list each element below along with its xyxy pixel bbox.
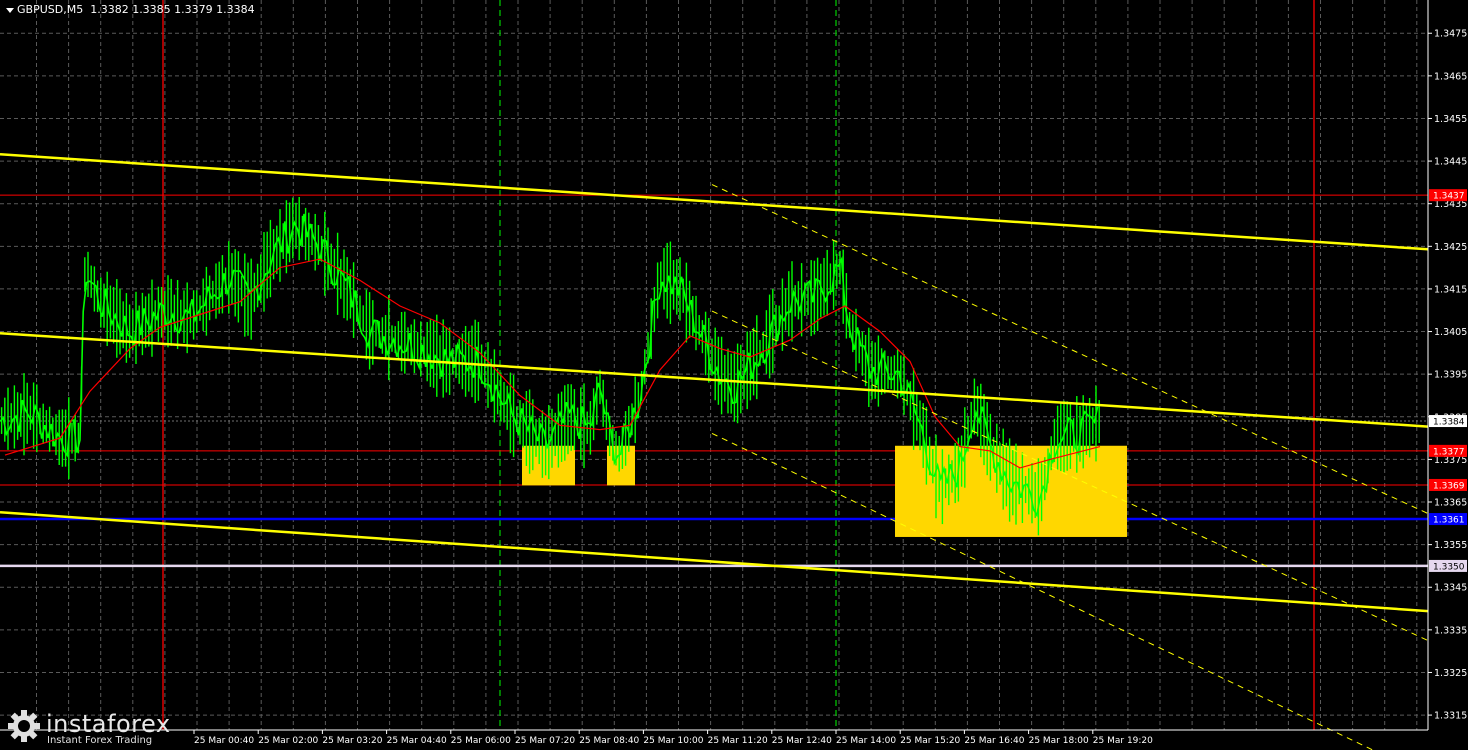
time-tick-label: 25 Mar 00:40 bbox=[194, 736, 254, 746]
time-tick-label: 25 Mar 06:00 bbox=[451, 736, 511, 746]
price-tick-label: 1.3335 bbox=[1434, 625, 1467, 636]
price-tick-label: 1.3445 bbox=[1434, 157, 1467, 168]
price-tick-label: 1.3315 bbox=[1434, 711, 1467, 722]
gear-icon bbox=[8, 710, 40, 742]
price-tick-label: 1.3475 bbox=[1434, 29, 1467, 40]
time-tick-label: 25 Mar 15:20 bbox=[900, 736, 960, 746]
time-tick-label: 25 Mar 11:20 bbox=[708, 736, 768, 746]
watermark-logo: instaforex Instant Forex Trading bbox=[0, 704, 180, 750]
level-price-label: 1.3350 bbox=[1433, 562, 1465, 572]
price-tick-label: 1.3365 bbox=[1434, 498, 1467, 509]
time-tick-label: 25 Mar 16:40 bbox=[964, 736, 1024, 746]
price-tick-label: 1.3425 bbox=[1434, 242, 1467, 253]
logo-name: instaforex bbox=[46, 710, 171, 738]
time-tick-label: 25 Mar 02:00 bbox=[258, 736, 318, 746]
price-tick-label: 1.3355 bbox=[1434, 540, 1467, 551]
time-tick-label: 25 Mar 18:00 bbox=[1029, 736, 1089, 746]
price-tick-label: 1.3345 bbox=[1434, 583, 1467, 594]
dropdown-triangle-icon[interactable] bbox=[6, 7, 14, 13]
symbol-name: GBPUSD,M5 bbox=[17, 3, 84, 16]
logo-tagline: Instant Forex Trading bbox=[47, 735, 153, 746]
price-chart[interactable]: 1.34751.34651.34551.34451.34351.34251.34… bbox=[0, 0, 1468, 750]
level-price-label: 1.3377 bbox=[1433, 447, 1465, 457]
time-tick-label: 25 Mar 03:20 bbox=[322, 736, 382, 746]
price-axis: 1.34751.34651.34551.34451.34351.34251.34… bbox=[1427, 0, 1468, 750]
time-tick-label: 25 Mar 07:20 bbox=[515, 736, 575, 746]
time-tick-label: 25 Mar 14:00 bbox=[836, 736, 896, 746]
time-tick-label: 25 Mar 19:20 bbox=[1093, 736, 1153, 746]
symbol-header: GBPUSD,M5 1.3382 1.3385 1.3379 1.3384 bbox=[6, 3, 255, 16]
price-tick-label: 1.3395 bbox=[1434, 370, 1467, 381]
time-tick-label: 25 Mar 10:00 bbox=[643, 736, 703, 746]
current-price-label: 1.3384 bbox=[1433, 418, 1465, 428]
price-tick-label: 1.3465 bbox=[1434, 71, 1467, 82]
level-price-label: 1.3361 bbox=[1433, 516, 1465, 526]
time-tick-label: 25 Mar 04:40 bbox=[387, 736, 447, 746]
price-tick-label: 1.3325 bbox=[1434, 668, 1467, 679]
time-tick-label: 25 Mar 12:40 bbox=[772, 736, 832, 746]
time-tick-label: 25 Mar 08:40 bbox=[579, 736, 639, 746]
price-tick-label: 1.3455 bbox=[1434, 114, 1467, 125]
price-tick-label: 1.3415 bbox=[1434, 284, 1467, 295]
level-price-label: 1.3369 bbox=[1433, 481, 1465, 491]
ohlc-values: 1.3382 1.3385 1.3379 1.3384 bbox=[90, 3, 255, 16]
level-price-label: 1.3437 bbox=[1433, 192, 1465, 202]
price-tick-label: 1.3405 bbox=[1434, 327, 1467, 338]
